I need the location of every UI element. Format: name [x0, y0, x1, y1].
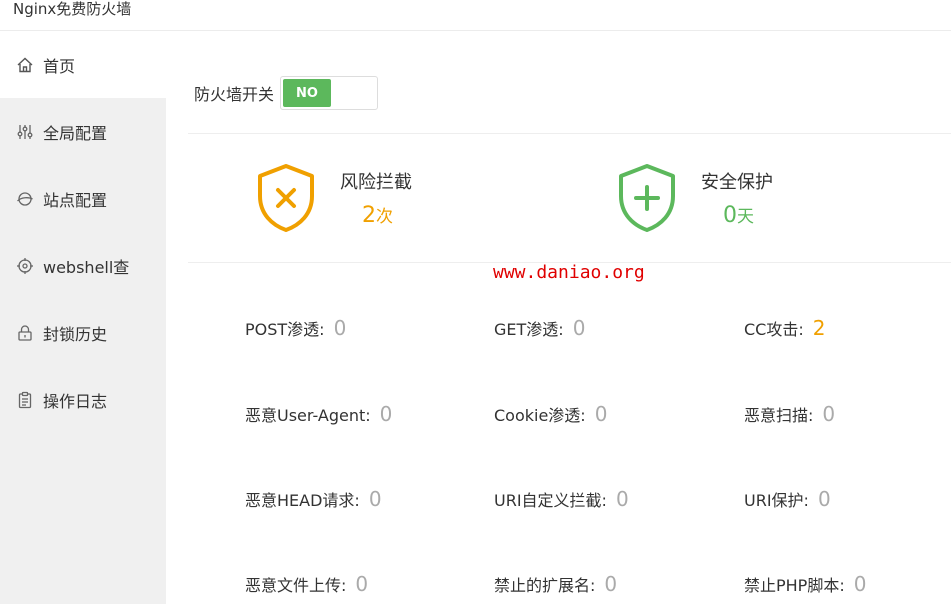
sidebar-item-home[interactable]: 首页: [0, 31, 166, 98]
firewall-switch-label: 防火墙开关: [194, 85, 275, 104]
sidebar-item-label: webshell查: [43, 257, 130, 277]
firewall-switch-row: 防火墙开关 NO: [194, 76, 379, 110]
metric-uri-custom-block: URI自定义拦截: 0: [494, 487, 629, 511]
sidebar-item-global-config[interactable]: 全局配置: [0, 98, 166, 165]
sidebar-item-label: 操作日志: [43, 391, 108, 411]
sidebar-item-label: 封锁历史: [43, 324, 108, 344]
metric-get-penetration: GET渗透: 0: [494, 316, 586, 340]
metric-malicious-upload: 恶意文件上传: 0: [245, 572, 369, 596]
metric-post-penetration: POST渗透: 0: [245, 316, 347, 340]
metric-cookie-penetration: Cookie渗透: 0: [494, 402, 608, 426]
safe-protect-title: 安全保护: [701, 172, 773, 193]
metric-forbidden-extension: 禁止的扩展名: 0: [494, 572, 618, 596]
safe-protect-stat: 安全保护 0天: [615, 162, 773, 234]
metric-cc-attack: CC攻击: 2: [744, 316, 826, 340]
metric-malicious-head: 恶意HEAD请求: 0: [245, 487, 382, 511]
divider: [188, 133, 951, 134]
firewall-toggle[interactable]: NO: [280, 76, 379, 110]
clipboard-icon: [15, 390, 35, 410]
sidebar-item-label: 全局配置: [43, 123, 108, 143]
main-panel: 防火墙开关 NO 风险拦截 2次 安全保护 0天 www.daniao.org: [166, 31, 951, 604]
metric-uri-protect: URI保护: 0: [744, 487, 831, 511]
safe-protect-value: 0天: [723, 203, 754, 228]
toggle-knob: NO: [283, 79, 332, 107]
sidebar-item-block-history[interactable]: 封锁历史: [0, 299, 166, 366]
risk-intercept-title: 风险拦截: [340, 172, 412, 193]
metric-malicious-user-agent: 恶意User-Agent: 0: [245, 402, 393, 426]
sliders-icon: [15, 122, 35, 142]
target-icon: [15, 256, 35, 276]
sidebar-item-label: 站点配置: [43, 190, 108, 210]
sidebar-item-operation-log[interactable]: 操作日志: [0, 366, 166, 433]
watermark-text: www.daniao.org: [493, 262, 645, 283]
lock-icon: [15, 323, 35, 343]
risk-intercept-value: 2次: [362, 203, 393, 228]
sidebar: 首页 全局配置 站点配置 webshell查 封锁历史 操作日志: [0, 31, 166, 604]
shield-x-icon: [258, 164, 314, 232]
metric-forbidden-php: 禁止PHP脚本: 0: [744, 572, 867, 596]
metric-malicious-scan: 恶意扫描: 0: [744, 402, 836, 426]
globe-icon: [15, 189, 35, 209]
sidebar-item-webshell[interactable]: webshell查: [0, 232, 166, 299]
sidebar-item-site-config[interactable]: 站点配置: [0, 165, 166, 232]
sidebar-item-label: 首页: [43, 56, 76, 76]
app-title: Nginx免费防火墙: [13, 0, 132, 18]
home-icon: [15, 55, 35, 75]
risk-intercept-stat: 风险拦截 2次: [254, 162, 412, 234]
title-bar: Nginx免费防火墙: [0, 0, 951, 31]
shield-plus-icon: [619, 164, 675, 232]
